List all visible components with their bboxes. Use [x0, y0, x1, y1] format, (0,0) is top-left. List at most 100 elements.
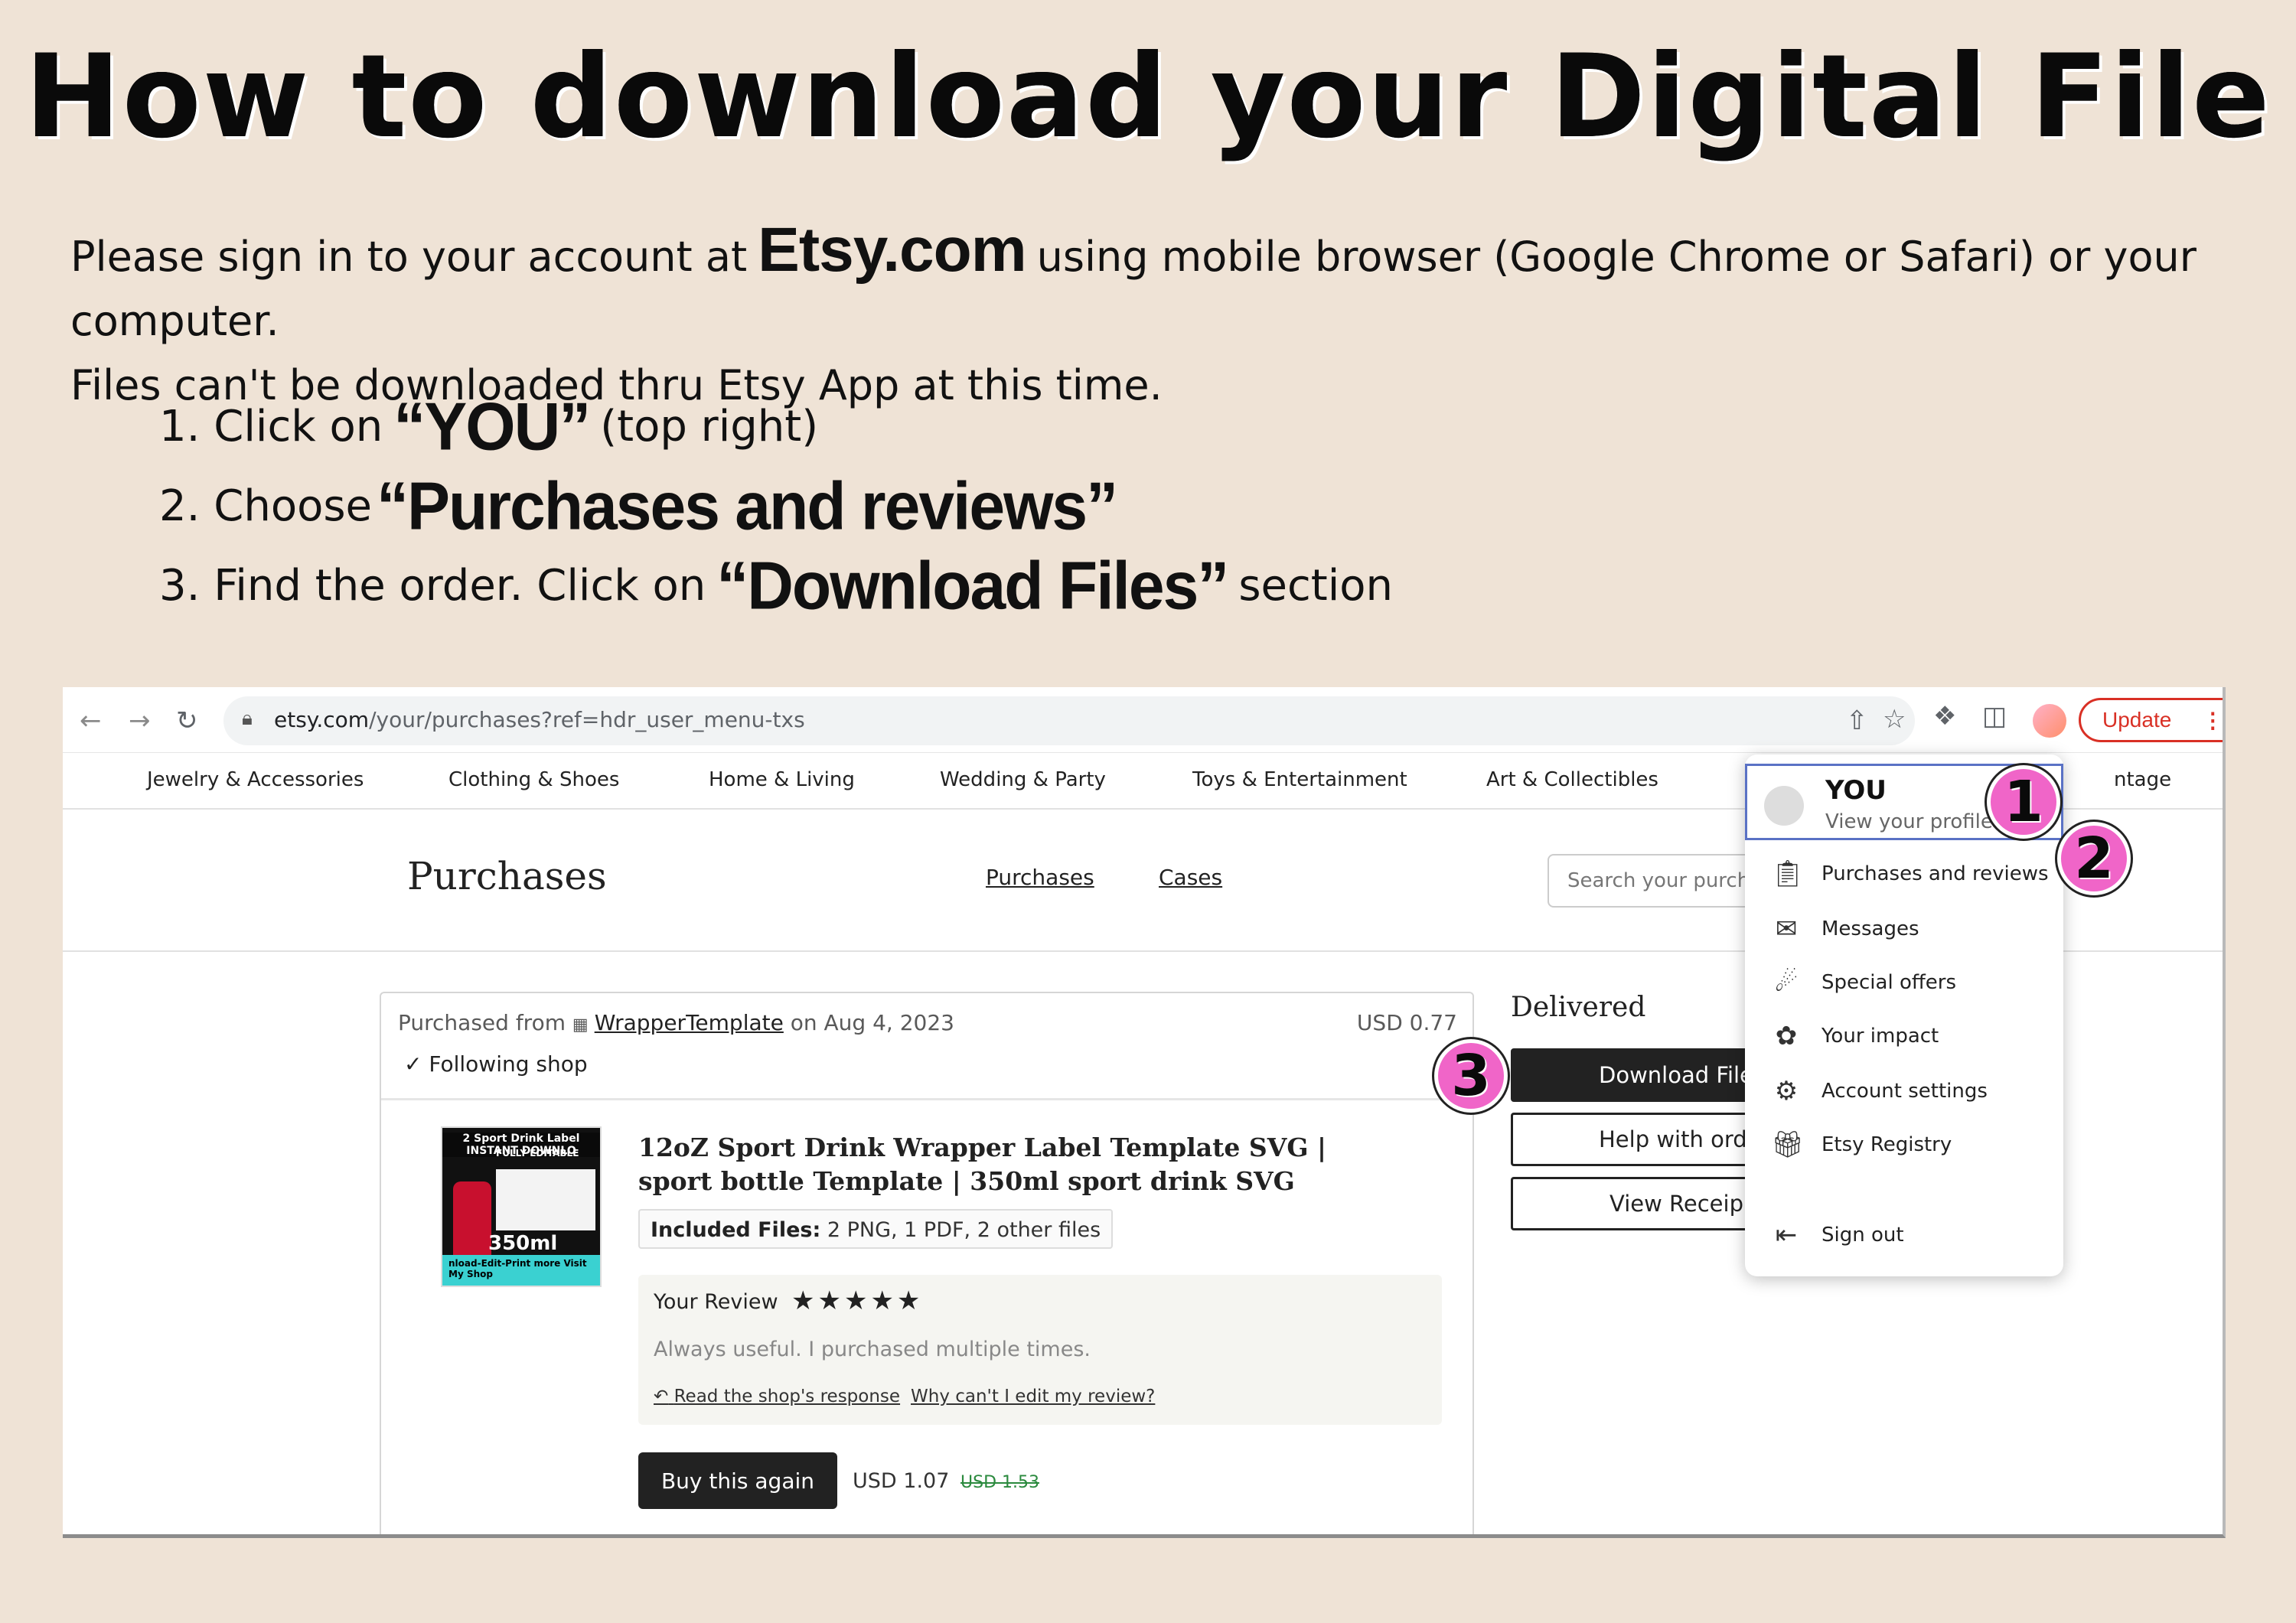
thumb-ml: 350ml: [488, 1232, 558, 1255]
callout-3: 3: [1434, 1039, 1508, 1113]
old-price: USD 1.53: [960, 1473, 1039, 1492]
menu-offers-label: Special offers: [1821, 971, 1956, 994]
following-shop[interactable]: ✓ Following shop: [404, 1051, 588, 1077]
gear-icon: ⚙︎: [1774, 1076, 1799, 1106]
thumb-editable: FULLY EDITABLE: [496, 1148, 579, 1159]
intro-before: Please sign in to your account at: [70, 233, 748, 281]
tab-cases[interactable]: Cases: [1159, 865, 1222, 890]
included-files: Included Files: 2 PNG, 1 PDF, 2 other fi…: [638, 1209, 1114, 1249]
order-card: Purchased from ▦ WrapperTemplate on Aug 4…: [380, 992, 1474, 1534]
category-toys[interactable]: Toys & Entertainment: [1192, 768, 1407, 791]
gift-icon: 🎁︎: [1771, 1129, 1805, 1160]
menu-impact-label: Your impact: [1821, 1025, 1939, 1048]
tab-purchases[interactable]: Purchases: [986, 865, 1094, 890]
review-label: Your Review: [654, 1290, 778, 1314]
step-2-highlight: “Purchases and reviews”: [376, 468, 1118, 543]
purchased-from-label: Purchased from: [398, 1010, 566, 1035]
view-profile-label: View your profile: [1825, 810, 1993, 833]
menu-messages-label: Messages: [1821, 917, 1919, 940]
sign-out-icon: ⇤: [1775, 1220, 1798, 1250]
forward-arrow-icon[interactable]: →: [129, 706, 151, 736]
reply-icon: ↶: [654, 1387, 669, 1406]
leaf-icon: ✿: [1775, 1021, 1798, 1051]
browser-toolbar: ← → ↻ 🔒︎ etsy.com/your/purchases?ref=hdr…: [63, 687, 2223, 753]
share-icon[interactable]: ⇧: [1846, 706, 1868, 736]
menu-your-impact[interactable]: ✿ Your impact: [1745, 1013, 2063, 1059]
purchased-from: Purchased from ▦ WrapperTemplate on Aug 4…: [398, 1010, 954, 1035]
side-panel-icon[interactable]: ◫: [1982, 701, 2007, 732]
url-host: etsy.com: [274, 707, 370, 732]
step-3-post: section: [1238, 560, 1393, 611]
edit-review-link[interactable]: Why can't I edit my review?: [911, 1387, 1155, 1406]
category-art[interactable]: Art & Collectibles: [1486, 768, 1658, 791]
category-wedding[interactable]: Wedding & Party: [940, 768, 1106, 791]
back-arrow-icon[interactable]: ←: [80, 706, 102, 736]
star-icon[interactable]: ☆: [1883, 704, 1906, 735]
category-clothing[interactable]: Clothing & Shoes: [448, 768, 619, 791]
step-1-pre: 1. Click on: [159, 401, 383, 451]
address-bar[interactable]: 🔒︎ etsy.com/your/purchases?ref=hdr_user_…: [223, 696, 1915, 745]
purchases-title: Purchases: [407, 854, 607, 898]
included-label: Included Files:: [651, 1218, 821, 1242]
step-1-post: (top right): [600, 401, 819, 451]
menu-purchases-reviews[interactable]: 📋︎ Purchases and reviews: [1745, 851, 2063, 897]
extensions-icon[interactable]: ❖: [1933, 701, 1956, 732]
buy-price: USD 1.07 USD 1.53: [853, 1469, 1039, 1493]
category-home[interactable]: Home & Living: [709, 768, 855, 791]
menu-sign-out[interactable]: ⇤ Sign out: [1745, 1212, 2063, 1258]
browser-screenshot: ← → ↻ 🔒︎ etsy.com/your/purchases?ref=hdr…: [63, 687, 2226, 1538]
callout-2: 2: [2057, 822, 2131, 895]
intro-line-1: Please sign in to your account at Etsy.co…: [70, 218, 2259, 354]
order-price: USD 0.77: [1356, 1010, 1457, 1035]
step-2: 2. Choose “Purchases and reviews”: [159, 466, 1393, 546]
included-value: 2 PNG, 1 PDF, 2 other files: [827, 1218, 1101, 1242]
clipboard-icon: 📋︎: [1771, 859, 1805, 889]
product-thumbnail[interactable]: 2 Sport Drink Label INSTANT DOWNLO FULLY…: [441, 1126, 602, 1287]
order-header: Purchased from ▦ WrapperTemplate on Aug 4…: [381, 993, 1473, 1100]
step-1: 1. Click on “YOU” (top right): [159, 386, 1393, 466]
user-avatar: [1764, 786, 1804, 826]
review-stars: ★★★★★: [791, 1286, 924, 1316]
category-jewelry[interactable]: Jewelry & Accessories: [147, 768, 364, 791]
page-title: How to download your Digital File: [24, 31, 2272, 164]
you-label: YOU: [1825, 775, 1887, 806]
step-2-pre: 2. Choose: [159, 481, 372, 531]
menu-registry-label: Etsy Registry: [1821, 1133, 1952, 1156]
menu-settings-label: Account settings: [1821, 1080, 1988, 1103]
menu-purchases-label: Purchases and reviews: [1821, 862, 2049, 885]
menu-account-settings[interactable]: ⚙︎ Account settings: [1745, 1068, 2063, 1114]
profile-avatar-icon[interactable]: [2033, 704, 2066, 738]
thumb-label-graphic: [496, 1169, 595, 1230]
steps-list: 1. Click on “YOU” (top right) 2. Choose “Pu…: [159, 386, 1393, 625]
following-label: Following shop: [429, 1051, 588, 1077]
more-icon: ⋮: [2202, 708, 2224, 732]
check-icon: ✓: [404, 1051, 422, 1077]
reload-icon[interactable]: ↻: [176, 706, 198, 736]
menu-messages[interactable]: ✉︎ Messages: [1745, 906, 2063, 952]
review-text: Always useful. I purchased multiple time…: [654, 1338, 1091, 1361]
delivered-status: Delivered: [1511, 992, 1646, 1023]
shop-response-link[interactable]: ↶ Read the shop's response: [654, 1387, 900, 1406]
buy-price-value: USD 1.07: [853, 1469, 950, 1493]
product-title[interactable]: 12oZ Sport Drink Wrapper Label Template …: [638, 1131, 1404, 1198]
update-button[interactable]: Update ⋮: [2079, 698, 2224, 742]
etsy-site: Etsy.com: [758, 215, 1027, 285]
tag-icon: ☄︎: [1774, 967, 1799, 998]
step-1-highlight: “YOU”: [393, 388, 591, 464]
shop-icon: ▦: [572, 1015, 589, 1035]
menu-etsy-registry[interactable]: 🎁︎ Etsy Registry: [1745, 1122, 2063, 1168]
shop-response-label: Read the shop's response: [673, 1387, 901, 1406]
buy-again-button[interactable]: Buy this again: [638, 1452, 837, 1509]
review-box: Your Review ★★★★★ Always useful. I purch…: [638, 1275, 1442, 1425]
menu-special-offers[interactable]: ☄︎ Special offers: [1745, 960, 2063, 1005]
shop-link[interactable]: WrapperTemplate: [595, 1010, 784, 1035]
step-3-highlight: “Download Files”: [716, 547, 1229, 623]
step-3: 3. Find the order. Click on “Download Fil…: [159, 546, 1393, 625]
menu-signout-label: Sign out: [1821, 1224, 1904, 1247]
order-date: on Aug 4, 2023: [790, 1010, 954, 1035]
bottle-graphic: [453, 1181, 491, 1266]
url-text: etsy.com/your/purchases?ref=hdr_user_men…: [274, 707, 805, 732]
lock-icon: 🔒︎: [242, 707, 253, 730]
category-vintage[interactable]: ntage: [2114, 768, 2171, 791]
callout-1: 1: [1987, 765, 2060, 839]
